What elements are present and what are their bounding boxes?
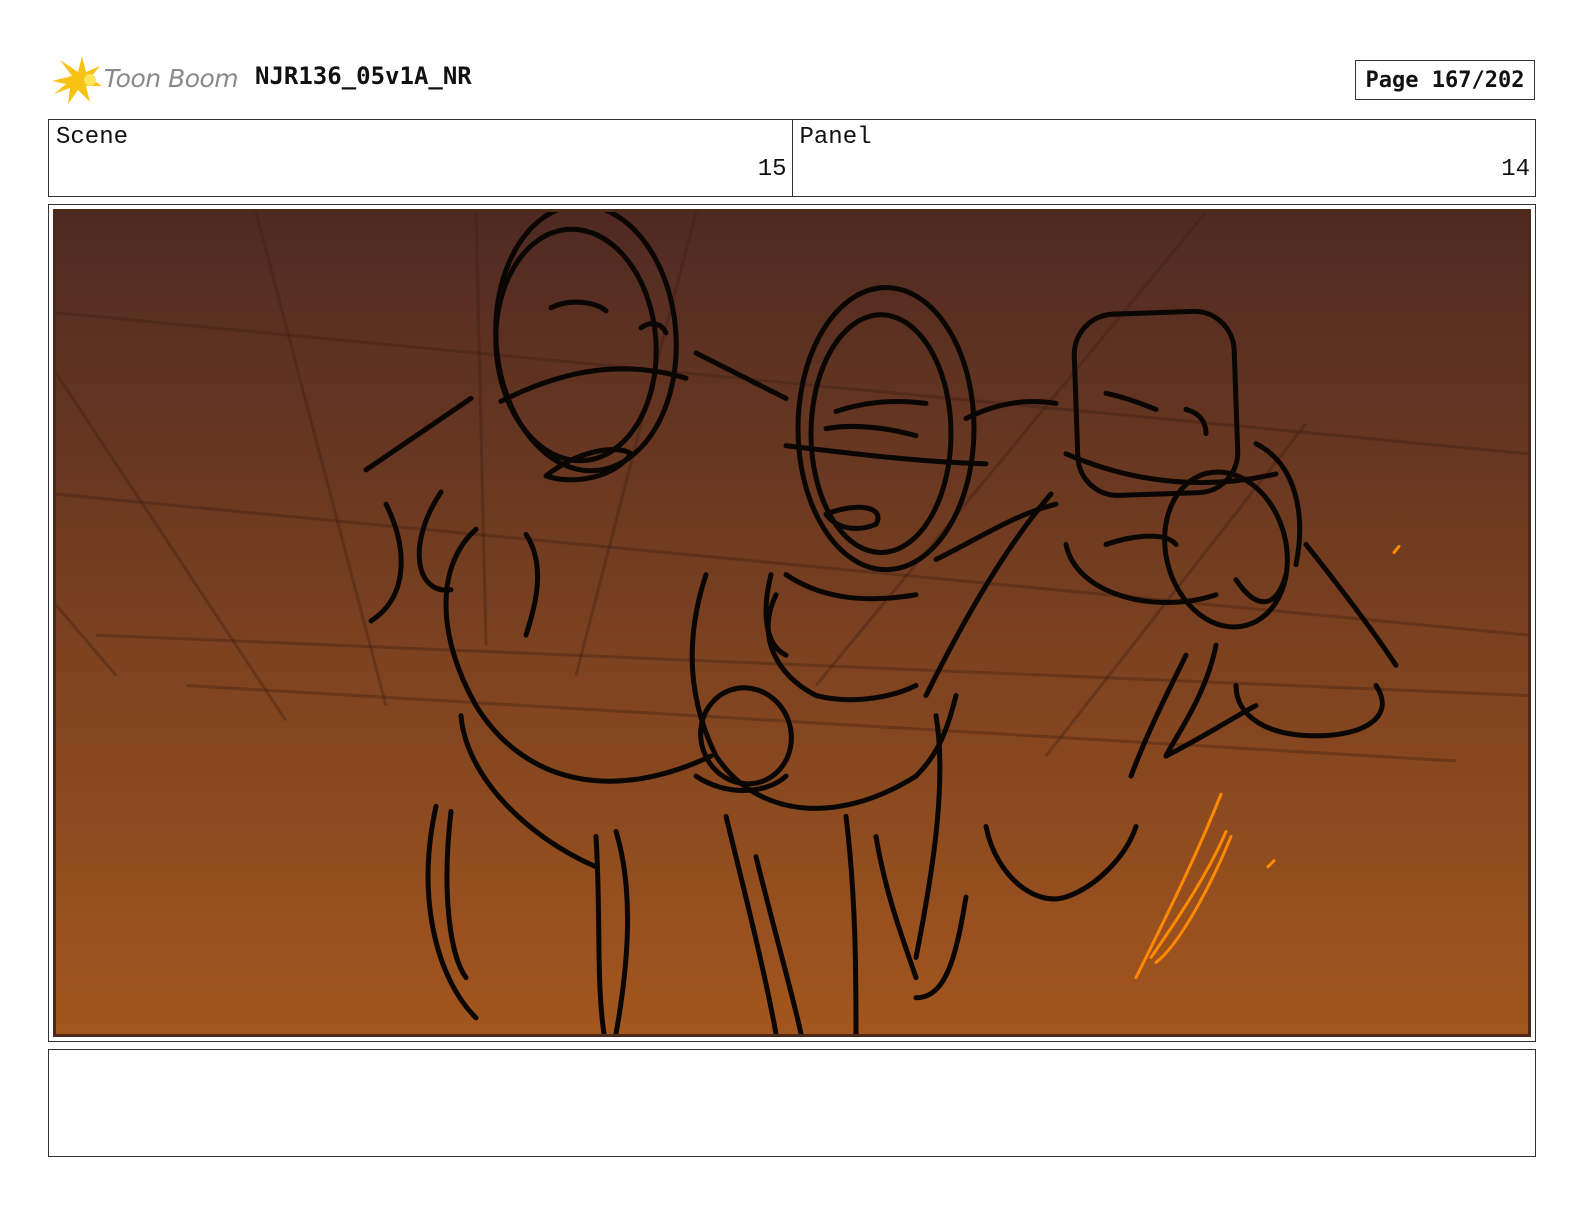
info-row: Scene 15 Panel 14 (48, 119, 1536, 197)
panel-cell: Panel 14 (791, 120, 1536, 196)
scene-label: Scene (56, 124, 129, 151)
panel-number: 14 (1501, 156, 1530, 183)
page-indicator: Page 167/202 (1355, 60, 1535, 100)
toon-boom-logo: Toon Boom (50, 56, 240, 106)
sketch-drawing (56, 212, 1528, 1034)
logo-text: Toon Boom (104, 64, 239, 93)
storyboard-frame (48, 204, 1536, 1042)
panel-label: Panel (799, 124, 872, 151)
scene-number: 15 (757, 156, 787, 183)
storyboard-image (53, 209, 1531, 1037)
notes-box (48, 1049, 1536, 1157)
project-title: NJR136_05v1A_NR (255, 62, 472, 90)
scene-cell: Scene 15 (49, 120, 792, 196)
starburst-icon (52, 56, 102, 104)
